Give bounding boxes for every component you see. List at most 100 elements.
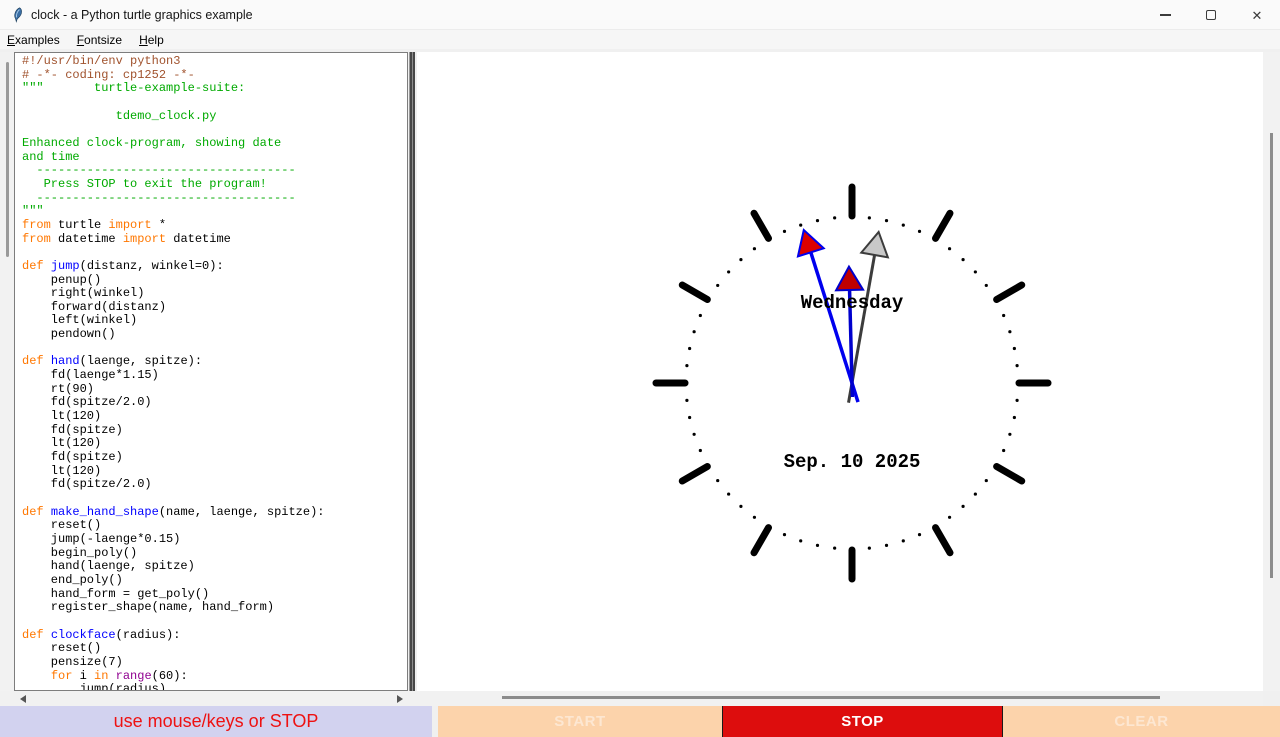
code-line: from datetime import datetime (22, 233, 407, 247)
minute-dot (1008, 433, 1011, 436)
minute-dot (693, 433, 696, 436)
code-line: forward(distanz) (22, 301, 407, 315)
code-line: def make_hand_shape(name, laenge, spitze… (22, 506, 407, 520)
turtle-canvas[interactable]: WednesdaySep. 10 2025 (417, 52, 1263, 691)
minimize-button[interactable] (1142, 0, 1188, 30)
minute-dot (974, 270, 977, 273)
canvas-vertical-scrollbar[interactable] (1263, 52, 1280, 691)
code-line: ------------------------------------ (22, 192, 407, 206)
code-line: fd(laenge*1.15) (22, 369, 407, 383)
hour-tick (997, 285, 1022, 300)
code-editor[interactable]: #!/usr/bin/env python3# -*- coding: cp12… (14, 52, 408, 691)
scrollbar-row (0, 691, 1280, 706)
code-line (22, 96, 407, 110)
editor-horizontal-scrollbar[interactable] (0, 691, 417, 706)
scroll-left-arrow-icon[interactable] (20, 695, 26, 703)
editor-vertical-scrollbar[interactable] (0, 52, 14, 691)
menu-examples[interactable]: Examples (7, 33, 60, 47)
code-line: fd(spitze) (22, 424, 407, 438)
minute-dot (918, 533, 921, 536)
stop-button[interactable]: STOP (722, 706, 1003, 737)
code-line: penup() (22, 274, 407, 288)
status-bar: use mouse/keys or STOP START STOP CLEAR (0, 706, 1280, 737)
minute-dot (688, 347, 691, 350)
minute-dot (799, 539, 802, 542)
minute-dot (699, 449, 702, 452)
code-line: #!/usr/bin/env python3 (22, 55, 407, 69)
minute-dot (753, 516, 756, 519)
code-line: fd(spitze/2.0) (22, 478, 407, 492)
minute-dot (727, 492, 730, 495)
minute-dot (799, 224, 802, 227)
code-line (22, 342, 407, 356)
minute-dot (716, 284, 719, 287)
second-hand (849, 232, 888, 403)
canvas-vertical-scrollbar-thumb[interactable] (1270, 133, 1273, 578)
clear-button[interactable]: CLEAR (1003, 706, 1280, 737)
minute-dot (1008, 330, 1011, 333)
minimize-icon (1160, 14, 1171, 15)
minute-dot (1015, 364, 1018, 367)
editor-vertical-scrollbar-thumb[interactable] (6, 62, 9, 257)
minute-dot (685, 399, 688, 402)
minute-dot (783, 230, 786, 233)
minute-dot (902, 224, 905, 227)
minute-dot (918, 230, 921, 233)
code-line: end_poly() (22, 574, 407, 588)
minute-dot (961, 505, 964, 508)
code-line: pensize(7) (22, 656, 407, 670)
code-line: def hand(laenge, spitze): (22, 355, 407, 369)
code-line: def jump(distanz, winkel=0): (22, 260, 407, 274)
window-title: clock - a Python turtle graphics example (31, 0, 253, 30)
close-button[interactable]: ✕ (1234, 0, 1280, 30)
minute-dot (974, 492, 977, 495)
hour-tick (936, 213, 951, 238)
code-line: lt(120) (22, 437, 407, 451)
code-line: hand_form = get_poly() (22, 588, 407, 602)
menu-fontsize[interactable]: Fontsize (77, 33, 122, 47)
code-line: for i in range(60): (22, 670, 407, 684)
code-line (22, 615, 407, 629)
minute-dot (1013, 416, 1016, 419)
code-line: def clockface(radius): (22, 629, 407, 643)
minute-dot (985, 284, 988, 287)
close-icon: ✕ (1252, 9, 1263, 22)
minute-dot (688, 416, 691, 419)
canvas-horizontal-scrollbar-thumb[interactable] (502, 696, 1160, 699)
menu-help[interactable]: Help (139, 33, 164, 47)
maximize-button[interactable] (1188, 0, 1234, 30)
minute-dot (868, 546, 871, 549)
code-line: """ (22, 205, 407, 219)
minute-dot (816, 219, 819, 222)
minute-dot (833, 216, 836, 219)
code-line: # -*- coding: cp1252 -*- (22, 69, 407, 83)
minute-dot (948, 516, 951, 519)
code-line: begin_poly() (22, 547, 407, 561)
minute-dot (739, 258, 742, 261)
code-line: from turtle import * (22, 219, 407, 233)
start-button[interactable]: START (438, 706, 722, 737)
minute-dot (833, 546, 836, 549)
minute-dot (1015, 399, 1018, 402)
minute-dot (739, 505, 742, 508)
code-line: ------------------------------------ (22, 164, 407, 178)
code-line: lt(120) (22, 465, 407, 479)
hour-tick (682, 285, 707, 300)
minute-dot (902, 539, 905, 542)
canvas-horizontal-scrollbar[interactable] (417, 691, 1263, 706)
minute-dot (985, 479, 988, 482)
code-line: jump(-laenge*0.15) (22, 533, 407, 547)
minute-dot (885, 544, 888, 547)
minute-dot (693, 330, 696, 333)
clock-drawing: WednesdaySep. 10 2025 (417, 52, 1263, 691)
minute-dot (753, 247, 756, 250)
minute-dot (816, 544, 819, 547)
status-message: use mouse/keys or STOP (0, 706, 432, 737)
minute-dot (868, 216, 871, 219)
hour-tick (997, 467, 1022, 482)
code-line: Press STOP to exit the program! (22, 178, 407, 192)
scroll-right-arrow-icon[interactable] (397, 695, 403, 703)
hour-tick (754, 213, 769, 238)
weekday-label: Wednesday (801, 292, 904, 314)
code-line: right(winkel) (22, 287, 407, 301)
